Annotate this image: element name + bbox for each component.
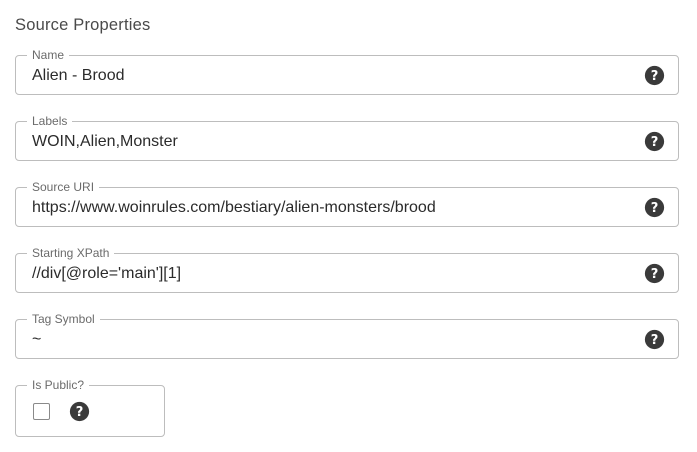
name-field[interactable]: Name Alien - Brood ? — [15, 48, 679, 95]
svg-text:?: ? — [651, 333, 659, 348]
source-uri-field[interactable]: Source URI https://www.woinrules.com/bes… — [15, 180, 679, 227]
is-public-label: Is Public? — [27, 378, 90, 392]
help-icon[interactable]: ? — [644, 131, 665, 152]
starting-xpath-label: Starting XPath — [27, 246, 115, 260]
svg-text:?: ? — [651, 135, 659, 150]
section-title: Source Properties — [15, 16, 151, 34]
labels-label: Labels — [27, 114, 73, 128]
starting-xpath-value: //div[@role='main'][1] — [32, 265, 182, 282]
svg-text:?: ? — [651, 69, 659, 84]
svg-text:?: ? — [651, 267, 659, 282]
help-icon[interactable]: ? — [644, 263, 665, 284]
name-label: Name — [27, 48, 70, 62]
help-icon[interactable]: ? — [69, 401, 90, 422]
help-icon[interactable]: ? — [644, 65, 665, 86]
source-uri-value: https://www.woinrules.com/bestiary/alien… — [32, 199, 436, 216]
source-properties-panel: Source Properties Name Alien - Brood ? L… — [0, 0, 697, 452]
is-public-checkbox[interactable] — [33, 403, 50, 420]
source-uri-label: Source URI — [27, 180, 100, 194]
labels-value: WOIN,Alien,Monster — [32, 133, 178, 150]
tag-symbol-value: ~ — [32, 331, 42, 348]
tag-symbol-label: Tag Symbol — [27, 312, 100, 326]
is-public-group: Is Public? ? — [15, 378, 165, 437]
svg-text:?: ? — [76, 405, 84, 420]
starting-xpath-field[interactable]: Starting XPath //div[@role='main'][1] ? — [15, 246, 679, 293]
tag-symbol-field[interactable]: Tag Symbol ~ ? — [15, 312, 679, 359]
name-value: Alien - Brood — [32, 67, 125, 84]
help-icon[interactable]: ? — [644, 197, 665, 218]
labels-field[interactable]: Labels WOIN,Alien,Monster ? — [15, 114, 679, 161]
help-icon[interactable]: ? — [644, 329, 665, 350]
svg-text:?: ? — [651, 201, 659, 216]
